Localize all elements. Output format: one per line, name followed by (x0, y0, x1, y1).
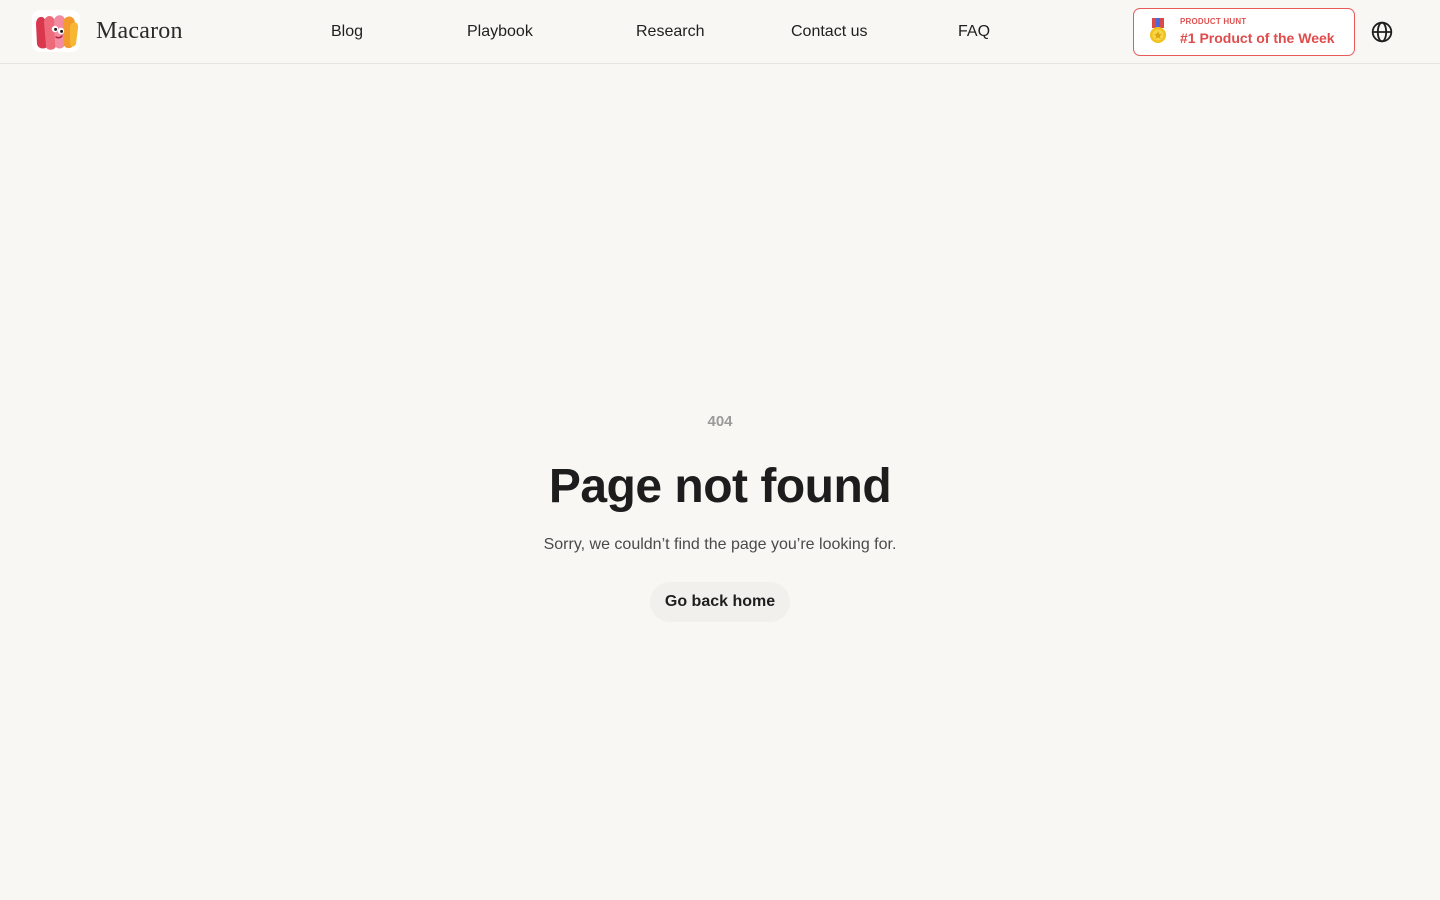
product-hunt-badge[interactable]: PRODUCT HUNT #1 Product of the Week (1133, 8, 1355, 56)
medal-icon (1150, 18, 1166, 43)
globe-icon[interactable] (1371, 21, 1393, 43)
page-title: Page not found (548, 460, 892, 513)
site-header: Macaron Blog Playbook Research Contact u… (0, 0, 1440, 64)
error-code: 404 (707, 413, 733, 430)
not-found-content: 404 Page not found Sorry, we couldn’t fi… (0, 410, 1440, 622)
nav-link-research[interactable]: Research (636, 22, 704, 42)
product-hunt-text: PRODUCT HUNT #1 Product of the Week (1180, 17, 1335, 47)
go-back-home-button[interactable]: Go back home (649, 582, 791, 622)
nav-link-playbook[interactable]: Playbook (467, 22, 533, 42)
logo-wordmark: Macaron (96, 17, 183, 44)
nav-link-faq[interactable]: FAQ (958, 22, 990, 42)
nav-link-blog[interactable]: Blog (331, 22, 363, 42)
logo-link[interactable]: Macaron (30, 8, 183, 54)
product-hunt-kicker: PRODUCT HUNT (1180, 17, 1247, 26)
nav-link-contact[interactable]: Contact us (791, 22, 867, 42)
product-hunt-title: #1 Product of the Week (1180, 30, 1335, 46)
macaron-logo-icon (32, 10, 80, 52)
error-message: Sorry, we couldn’t find the page you’re … (543, 536, 897, 553)
